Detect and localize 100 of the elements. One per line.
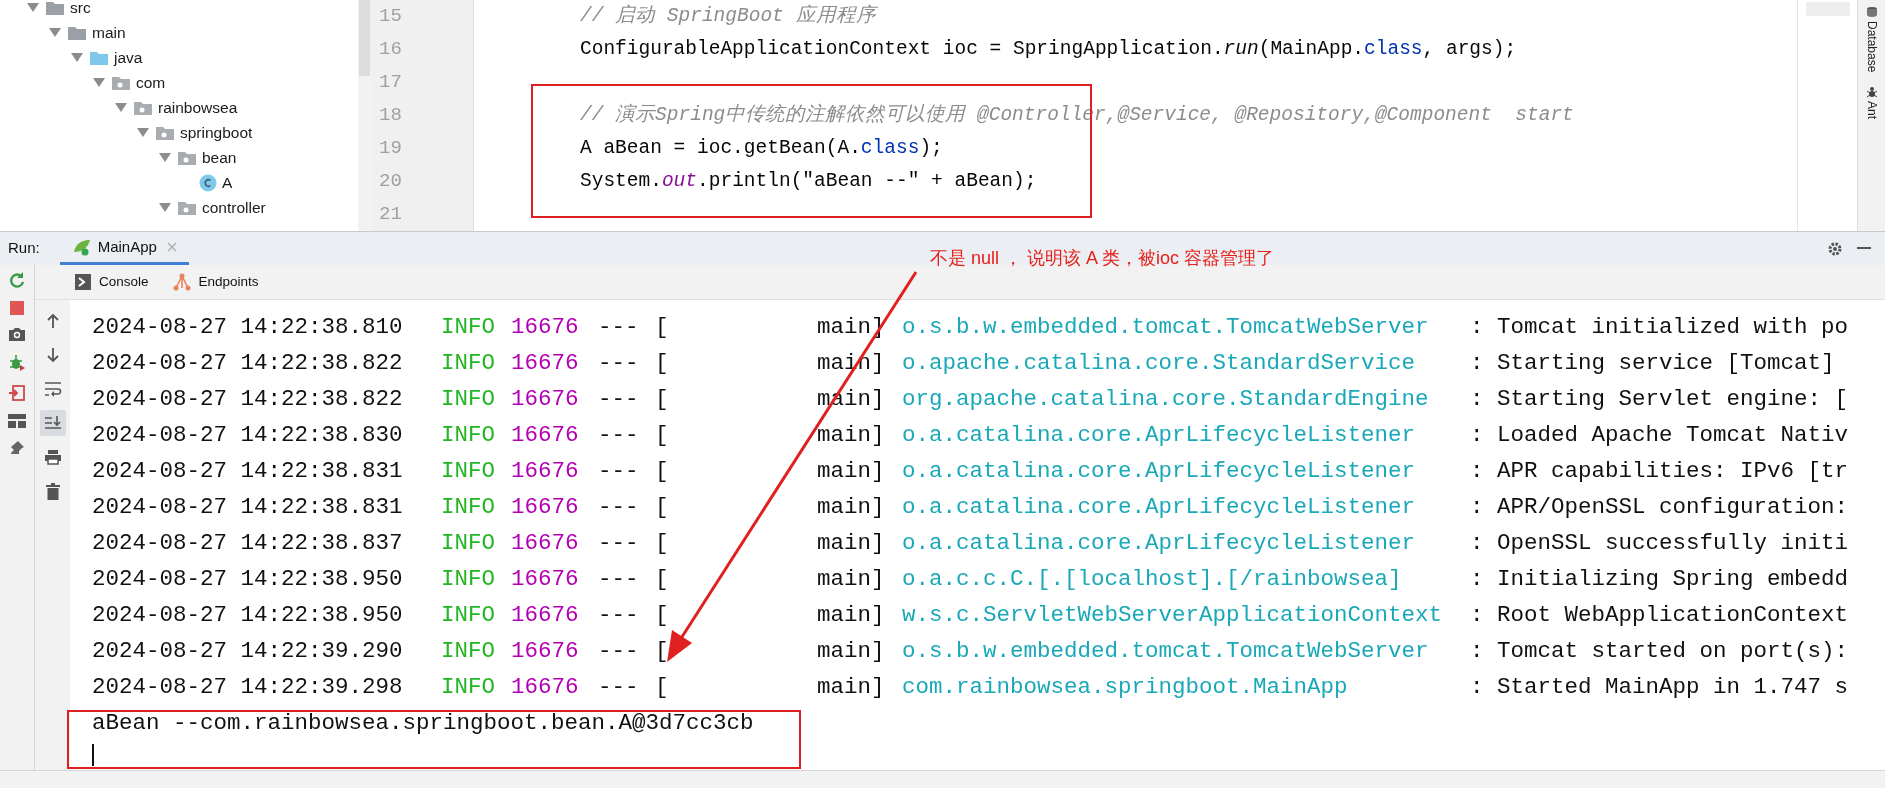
tree-item[interactable]: bean xyxy=(202,145,237,170)
log-separator: --- xyxy=(598,313,640,343)
log-logger: o.apache.catalina.core.StandardService xyxy=(902,349,1417,379)
tree-item[interactable]: controller xyxy=(202,195,266,220)
log-timestamp: 2024-08-27 14:22:38.831 xyxy=(92,457,404,487)
log-level: INFO xyxy=(441,349,496,379)
log-pid: 16676 xyxy=(511,349,580,379)
log-message: : Loaded Apache Tomcat Nativ xyxy=(1470,421,1849,451)
line-number: 20 xyxy=(379,169,402,195)
log-separator: --- xyxy=(598,529,640,559)
bug-icon[interactable] xyxy=(8,354,26,372)
log-separator: --- xyxy=(598,385,640,415)
log-thread: [ main] xyxy=(655,673,886,703)
console-tab[interactable]: Endpoints xyxy=(172,271,259,293)
tree-expand-arrow-icon[interactable] xyxy=(49,27,61,38)
tree-expand-arrow-icon[interactable] xyxy=(71,52,83,63)
log-message: : APR/OpenSSL configuration: xyxy=(1470,493,1849,523)
tree-item[interactable]: A xyxy=(222,170,233,195)
tree-item[interactable]: rainbowsea xyxy=(158,95,238,120)
annotation-text: 不是 null ， 说明该 A 类，被ioc 容器管理了 xyxy=(930,247,1275,270)
log-level: INFO xyxy=(441,421,496,451)
folder-icon xyxy=(89,49,109,66)
package-folder-icon xyxy=(133,99,153,116)
line-number: 15 xyxy=(379,4,402,30)
tree-item[interactable]: main xyxy=(92,20,126,45)
log-level: INFO xyxy=(441,493,496,523)
log-pid: 16676 xyxy=(511,457,580,487)
tree-expand-arrow-icon[interactable] xyxy=(159,202,171,213)
log-level: INFO xyxy=(441,637,496,667)
log-pid: 16676 xyxy=(511,637,580,667)
log-level: INFO xyxy=(441,529,496,559)
log-separator: --- xyxy=(598,565,640,595)
log-message: : APR capabilities: IPv6 [tr xyxy=(1470,457,1849,487)
console-tab[interactable]: Console xyxy=(75,271,149,293)
log-logger: o.a.catalina.core.AprLifecycleListener xyxy=(902,421,1417,451)
tree-expand-arrow-icon[interactable] xyxy=(93,77,105,88)
side-tool-tab[interactable]: Database xyxy=(1862,21,1881,73)
tree-item[interactable]: src xyxy=(70,0,91,20)
camera-icon[interactable] xyxy=(8,327,26,342)
tree-expand-arrow-icon[interactable] xyxy=(115,102,127,113)
log-timestamp: 2024-08-27 14:22:38.822 xyxy=(92,385,404,415)
log-message: : Initializing Spring embedd xyxy=(1470,565,1849,595)
package-folder-icon xyxy=(155,124,175,141)
log-logger: o.s.b.w.embedded.tomcat.TomcatWebServer xyxy=(902,313,1430,343)
log-pid: 16676 xyxy=(511,493,580,523)
log-logger: o.a.catalina.core.AprLifecycleListener xyxy=(902,529,1417,559)
run-label: Run: xyxy=(7,238,41,259)
line-number: 19 xyxy=(379,136,402,162)
log-timestamp: 2024-08-27 14:22:39.298 xyxy=(92,673,404,703)
scrollbar-thumb[interactable] xyxy=(359,0,370,76)
log-separator: --- xyxy=(598,601,640,631)
log-message: : Tomcat started on port(s): xyxy=(1470,637,1849,667)
tree-expand-arrow-icon[interactable] xyxy=(159,152,171,163)
tree-expand-arrow-icon[interactable] xyxy=(137,127,149,138)
log-message: : Tomcat initialized with po xyxy=(1470,313,1849,343)
log-timestamp: 2024-08-27 14:22:38.837 xyxy=(92,529,404,559)
log-message: : Starting service [Tomcat] xyxy=(1470,349,1835,379)
exit-icon[interactable] xyxy=(8,384,26,402)
package-folder-icon xyxy=(177,149,197,166)
settings-icon[interactable] xyxy=(1827,240,1843,257)
side-tool-tab[interactable]: Ant xyxy=(1862,101,1881,120)
log-thread: [ main] xyxy=(655,637,886,667)
log-level: INFO xyxy=(441,673,496,703)
code-line: ConfigurableApplicationContext ioc = SpringApplication.run(MainApp.class, args); xyxy=(580,36,1517,62)
log-logger: o.a.catalina.core.AprLifecycleListener xyxy=(902,457,1417,487)
scroll-to-end-icon[interactable] xyxy=(39,410,66,436)
ant-icon xyxy=(1865,86,1878,99)
endpoints-icon xyxy=(172,273,191,291)
folder-icon xyxy=(67,24,87,41)
log-logger: o.a.catalina.core.AprLifecycleListener xyxy=(902,493,1417,523)
line-number: 16 xyxy=(379,37,402,63)
log-separator: --- xyxy=(598,493,640,523)
tree-expand-arrow-icon[interactable] xyxy=(27,2,39,13)
tree-item[interactable]: springboot xyxy=(180,120,253,145)
rerun-icon[interactable] xyxy=(8,271,26,289)
terminal-icon xyxy=(75,274,91,290)
log-message: : Started MainApp in 1.747 s xyxy=(1470,673,1849,703)
log-level: INFO xyxy=(441,457,496,487)
log-separator: --- xyxy=(598,637,640,667)
tree-item[interactable]: com xyxy=(136,70,166,95)
folder-icon xyxy=(45,0,65,16)
code-line: System.out.println("aBean --" + aBean); xyxy=(580,168,1037,194)
log-thread: [ main] xyxy=(655,565,886,595)
log-pid: 16676 xyxy=(511,601,580,631)
log-pid: 16676 xyxy=(511,565,580,595)
log-logger: o.a.c.c.C.[.[localhost].[/rainbowsea] xyxy=(902,565,1403,595)
log-separator: --- xyxy=(598,349,640,379)
log-message: : OpenSSL successfully initi xyxy=(1470,529,1849,559)
text-cursor xyxy=(92,744,94,766)
package-folder-icon xyxy=(111,74,131,91)
tree-item[interactable]: java xyxy=(114,45,143,70)
layout-icon[interactable] xyxy=(8,414,26,428)
code-line: A aBean = ioc.getBean(A.class); xyxy=(580,135,943,161)
log-timestamp: 2024-08-27 14:22:38.822 xyxy=(92,349,404,379)
log-separator: --- xyxy=(598,673,640,703)
log-pid: 16676 xyxy=(511,529,580,559)
log-level: INFO xyxy=(441,565,496,595)
log-timestamp: 2024-08-27 14:22:38.830 xyxy=(92,421,404,451)
log-thread: [ main] xyxy=(655,457,886,487)
log-thread: [ main] xyxy=(655,601,886,631)
